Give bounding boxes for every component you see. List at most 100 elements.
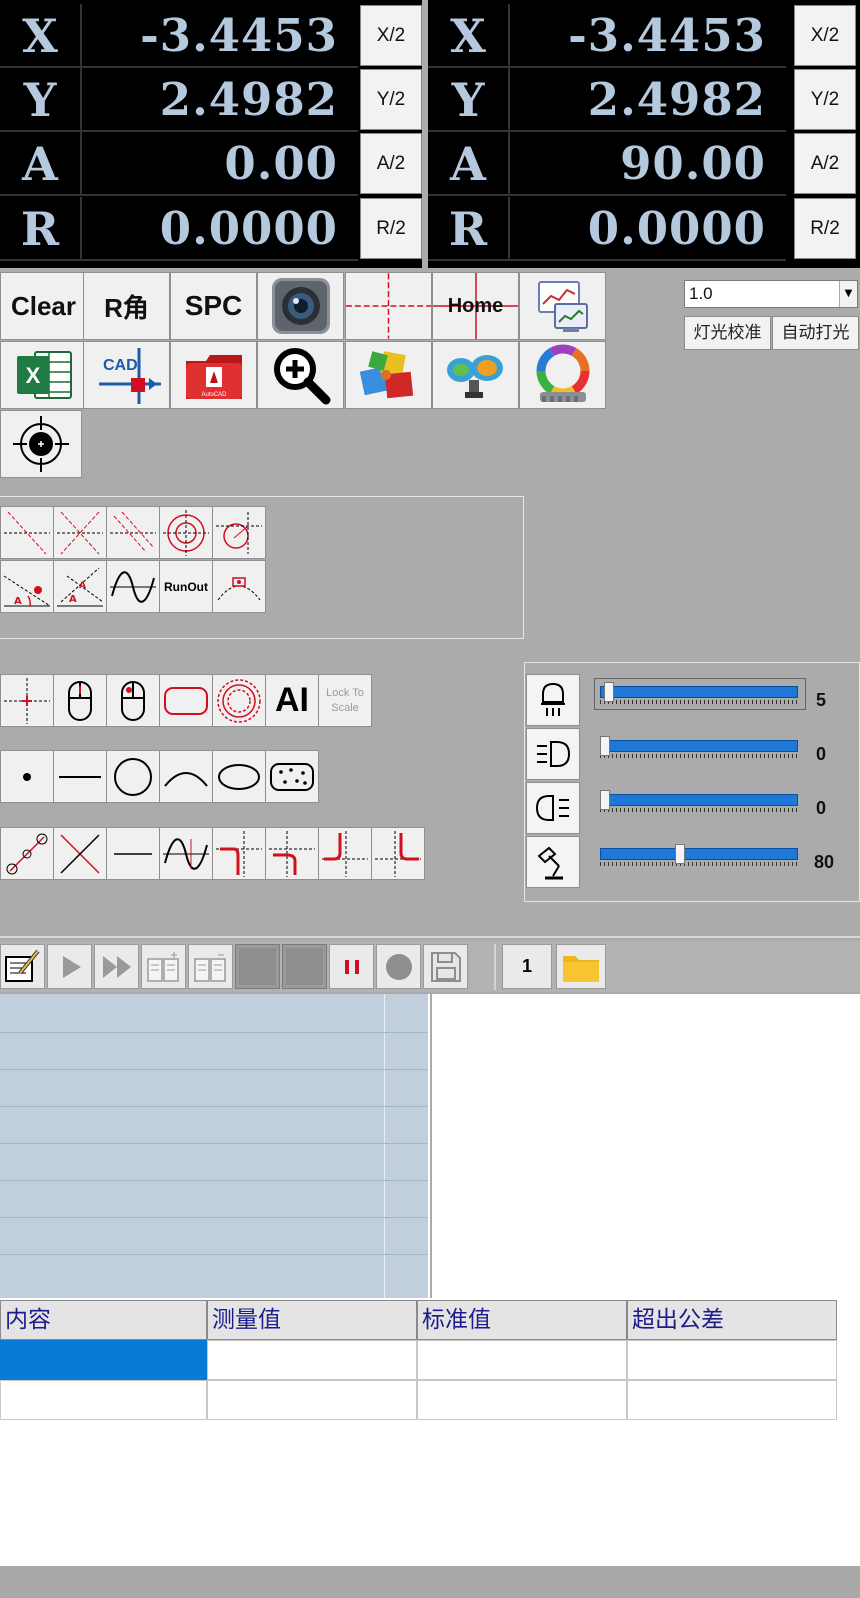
tool-wave[interactable] xyxy=(159,827,213,880)
pause-button[interactable] xyxy=(329,944,374,989)
lamp-light-slider[interactable] xyxy=(600,848,798,860)
stop-button[interactable] xyxy=(235,944,280,989)
play-icon xyxy=(62,955,81,978)
half-a-button[interactable]: A/2 xyxy=(360,133,422,194)
edit-program-button[interactable] xyxy=(0,944,45,989)
clear-button[interactable]: Clear xyxy=(0,272,87,340)
lamp-slider-thumb[interactable] xyxy=(675,844,686,864)
auto-light-button[interactable]: 自动打光 xyxy=(772,316,859,350)
table-cell[interactable] xyxy=(207,1380,417,1420)
half-y-button[interactable]: Y/2 xyxy=(360,69,422,130)
half-y-button[interactable]: Y/2 xyxy=(794,69,856,130)
tool-intersection[interactable] xyxy=(53,827,107,880)
lock-to-scale-button[interactable]: Lock To Scale xyxy=(318,674,372,727)
excel-button[interactable]: X xyxy=(0,341,87,409)
target-button[interactable] xyxy=(0,410,82,478)
tool-point-cloud[interactable] xyxy=(265,750,319,803)
open-folder-button[interactable] xyxy=(556,944,606,989)
tool-ellipse[interactable] xyxy=(212,750,266,803)
binoculars-button[interactable] xyxy=(432,341,519,409)
ai-button[interactable]: AI xyxy=(265,674,319,727)
tool-line-segment[interactable] xyxy=(106,827,160,880)
table-cell[interactable] xyxy=(627,1380,837,1420)
half-x-button[interactable]: X/2 xyxy=(794,5,856,66)
tool-corner-top-right[interactable] xyxy=(265,827,319,880)
tool-rounded-rect[interactable] xyxy=(159,674,213,727)
coaxial-slider-thumb[interactable] xyxy=(600,736,610,756)
lamp-light-button[interactable] xyxy=(526,836,580,888)
half-x-button[interactable]: X/2 xyxy=(360,5,422,66)
fast-forward-button[interactable] xyxy=(94,944,139,989)
half-r-button[interactable]: R/2 xyxy=(360,198,422,259)
zoom-select[interactable]: 1.0 ▼ xyxy=(684,280,858,308)
tool-parallel-construct[interactable] xyxy=(106,506,160,559)
play-button[interactable] xyxy=(47,944,92,989)
tool-wave-construct[interactable] xyxy=(106,560,160,613)
half-a-button[interactable]: A/2 xyxy=(794,133,856,194)
tool-angle-b[interactable]: AA xyxy=(53,560,107,613)
tool-circle[interactable] xyxy=(106,750,160,803)
contour-slider-thumb[interactable] xyxy=(600,790,610,810)
table-cell[interactable] xyxy=(0,1380,207,1420)
tool-mouse-select[interactable] xyxy=(53,674,107,727)
tool-arc-point[interactable] xyxy=(212,560,266,613)
cad-button[interactable]: CAD xyxy=(83,341,170,409)
column-header-content[interactable]: 内容 xyxy=(0,1300,207,1340)
insert-step-button[interactable] xyxy=(141,944,186,989)
column-header-measured[interactable]: 测量值 xyxy=(207,1300,417,1340)
camera-button[interactable] xyxy=(257,272,344,340)
tool-intersect-construct[interactable] xyxy=(53,506,107,559)
tool-perpendicular-construct[interactable] xyxy=(0,506,54,559)
report-button[interactable] xyxy=(519,272,606,340)
column-header-out-of-tolerance[interactable]: 超出公差 xyxy=(627,1300,837,1340)
autocad-button[interactable]: AutoCAD xyxy=(170,341,257,409)
ring-slider-thumb[interactable] xyxy=(603,682,614,702)
ring-light-button[interactable] xyxy=(526,674,580,726)
home-button[interactable]: Home xyxy=(432,272,519,340)
tool-distance[interactable] xyxy=(0,827,54,880)
tool-corner-top-left[interactable] xyxy=(212,827,266,880)
record-button[interactable] xyxy=(376,944,421,989)
color-settings-button[interactable] xyxy=(519,341,606,409)
contour-light-slider[interactable] xyxy=(600,794,798,806)
tool-line[interactable] xyxy=(53,750,107,803)
half-r-button[interactable]: R/2 xyxy=(794,198,856,259)
tool-point[interactable] xyxy=(0,750,54,803)
tool-mouse-point[interactable] xyxy=(106,674,160,727)
delete-step-button[interactable] xyxy=(188,944,233,989)
table-cell[interactable] xyxy=(627,1340,837,1380)
puzzle-icon xyxy=(359,351,413,399)
column-header-standard[interactable]: 标准值 xyxy=(417,1300,627,1340)
corner-icon xyxy=(216,830,262,877)
coaxial-light-button[interactable] xyxy=(526,728,580,780)
save-program-button[interactable] xyxy=(423,944,468,989)
zoom-in-button[interactable] xyxy=(257,341,344,409)
r-angle-button[interactable]: R角 xyxy=(83,272,170,340)
table-cell[interactable] xyxy=(207,1340,417,1380)
coaxial-light-slider[interactable] xyxy=(600,740,798,752)
spc-button[interactable]: SPC xyxy=(170,272,257,340)
table-cell[interactable] xyxy=(417,1380,627,1420)
light-calibrate-button[interactable]: 灯光校准 xyxy=(684,316,771,350)
tool-concentric-circle[interactable] xyxy=(159,506,213,559)
crosshair-button[interactable] xyxy=(345,272,432,340)
table-cell-selected[interactable] xyxy=(0,1340,207,1380)
tool-corner-bottom-right[interactable] xyxy=(371,827,425,880)
graphics-view[interactable] xyxy=(432,994,860,1298)
program-list-grid[interactable] xyxy=(0,994,430,1298)
tool-tangent-circle[interactable] xyxy=(212,506,266,559)
table-cell[interactable] xyxy=(417,1340,627,1380)
tool-arc[interactable] xyxy=(159,750,213,803)
tool-corner-bottom[interactable] xyxy=(318,827,372,880)
puzzle-button[interactable] xyxy=(345,341,432,409)
stop-all-button[interactable] xyxy=(282,944,327,989)
tool-cross[interactable] xyxy=(0,674,54,727)
tool-angle-a[interactable]: A xyxy=(0,560,54,613)
ring-light-slider[interactable] xyxy=(600,686,798,698)
tool-runout[interactable]: RunOut xyxy=(159,560,213,613)
chevron-down-icon[interactable]: ▼ xyxy=(839,281,857,307)
contour-light-button[interactable] xyxy=(526,782,580,834)
step-counter[interactable]: 1 xyxy=(502,944,552,989)
tool-ring-circle[interactable] xyxy=(212,674,266,727)
axis-label: X xyxy=(0,4,82,68)
